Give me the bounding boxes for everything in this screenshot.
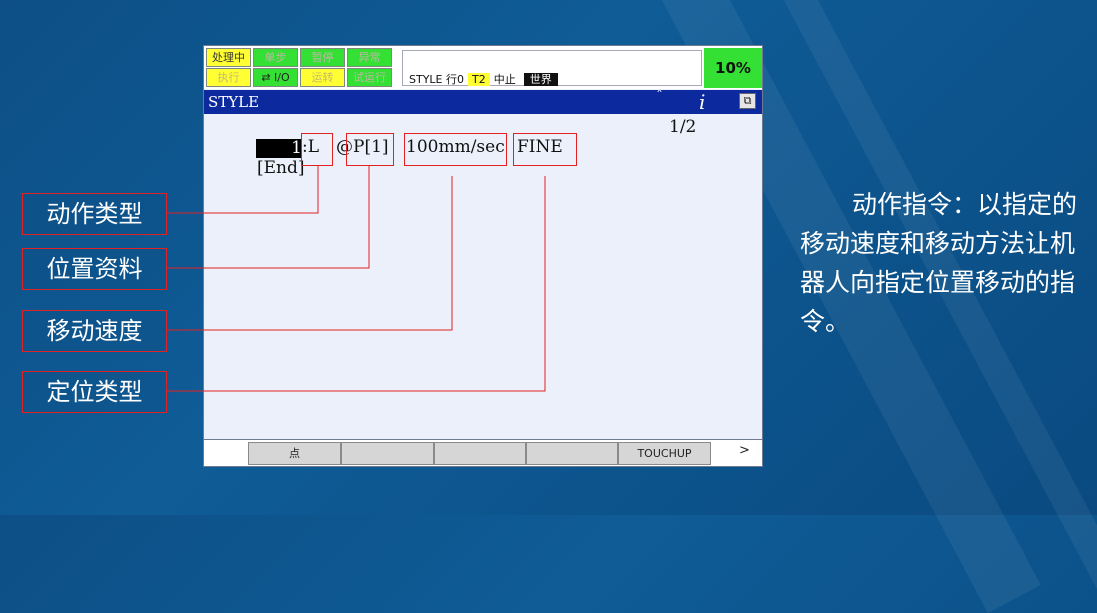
callout-positioning-type: 定位类型 (22, 371, 167, 413)
motion-instruction-description: 动作指令：以指定的移动速度和移动方法让机器人向指定位置移动的指令。 (800, 190, 1078, 336)
callout-motion-type: 动作类型 (22, 193, 167, 235)
leader-termination (167, 176, 546, 392)
callout-position-data: 位置资料 (22, 248, 167, 290)
callout-move-speed: 移动速度 (22, 310, 167, 352)
leader-speed (167, 176, 453, 331)
leader-motion-type (167, 165, 319, 214)
leader-position (167, 165, 370, 269)
